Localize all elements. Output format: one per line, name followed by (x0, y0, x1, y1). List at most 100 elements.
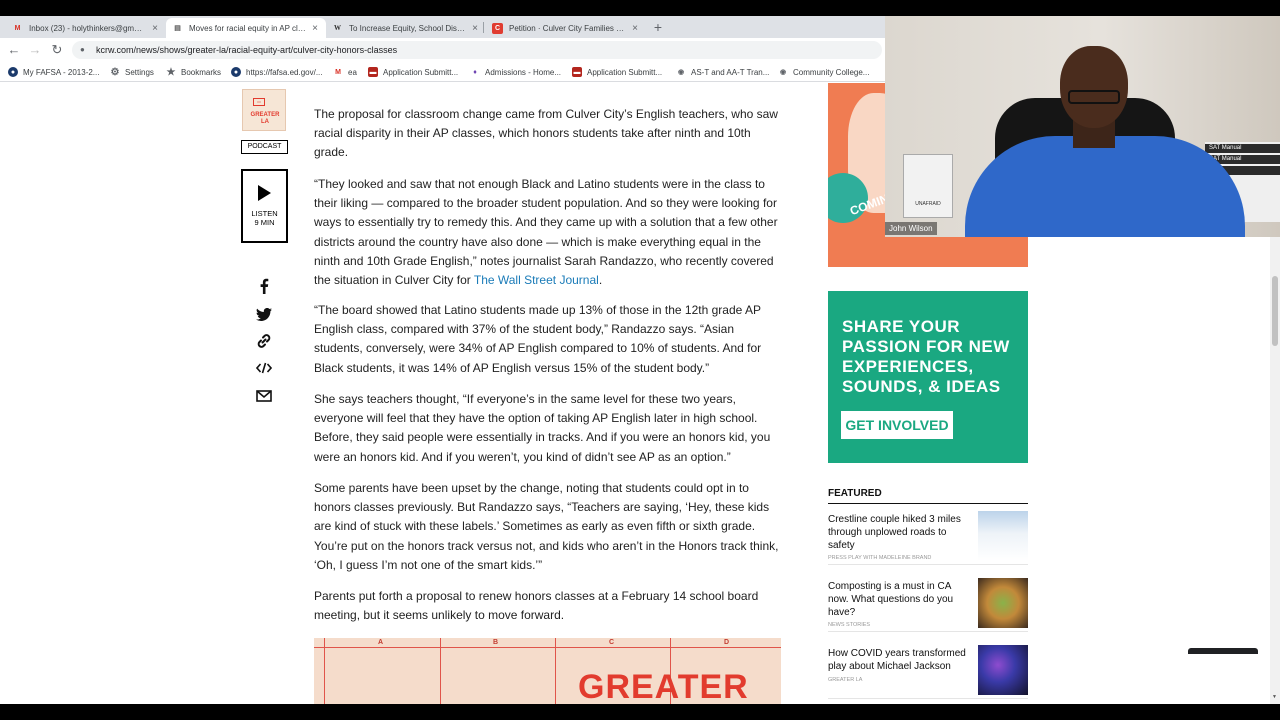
tab-title: Petition · Culver City Families for... (509, 23, 626, 33)
close-icon[interactable]: × (310, 23, 320, 34)
featured-source: NEWS STORIES (828, 622, 871, 628)
bookmark-item[interactable]: ♦ Admissions - Home... (470, 66, 561, 78)
bookmark-label: Admissions - Home... (485, 67, 562, 77)
article-paragraph: She says teachers thought, “If everyone’… (314, 392, 771, 464)
app-icon: ▬ (368, 67, 378, 77)
tab-gmail[interactable]: M Inbox (23) - holythinkers@gmail.com × (6, 18, 166, 38)
grid-column-label: C (609, 639, 615, 646)
tab-wsj[interactable]: W To Increase Equity, School Distric... … (326, 18, 486, 38)
wsj-icon: W (334, 24, 341, 32)
article-paragraph: Some parents have been upset by the chan… (314, 481, 779, 572)
paragraph-text: . (598, 273, 603, 288)
featured-item[interactable]: Crestline couple hiked 3 miles through u… (828, 507, 1028, 565)
webcam-overlay: UNAFRAID SAT Manual SAT Manual SAT John … (885, 16, 1280, 237)
webcam-person-head (1060, 46, 1128, 128)
webcam-person-shirt (965, 136, 1245, 237)
gear-icon: ⚙ (110, 66, 120, 78)
bookmark-item[interactable]: ▬ Application Submitt... (572, 66, 662, 78)
app-icon: ▬ (572, 67, 582, 77)
bookmark-item[interactable]: ◉ AS-T and AA-T Tran... (676, 66, 769, 78)
bookmark-item[interactable]: ◉ Community College... (778, 66, 870, 78)
grid-line (555, 638, 556, 704)
article-paragraph: The proposal for classroom change came f… (314, 107, 778, 160)
featured-thumbnail[interactable] (978, 511, 1028, 561)
featured-title[interactable]: Composting is a must in CA now. What que… (828, 580, 970, 619)
close-icon[interactable]: × (630, 23, 640, 34)
featured-title[interactable]: Crestline couple hiked 3 miles through u… (828, 513, 970, 552)
facebook-icon[interactable] (255, 277, 273, 295)
listen-duration: 9 MIN (254, 218, 275, 227)
featured-item[interactable]: Composting is a must in CA now. What que… (828, 574, 1028, 632)
bookmark-label: AS-T and AA-T Tran... (691, 67, 770, 77)
twitter-icon[interactable] (255, 305, 273, 323)
tab-title: Moves for racial equity in AP cla... (189, 23, 306, 33)
podcast-badge[interactable]: PODCAST (241, 140, 288, 154)
podcast-thumbnail[interactable]: ▭ GREATER LA (242, 89, 286, 131)
featured-section: FEATURED Crestline couple hiked 3 miles … (828, 488, 1028, 699)
scrollbar-thumb[interactable] (1272, 276, 1278, 346)
link-icon[interactable] (255, 332, 273, 350)
tab-title: To Increase Equity, School Distric... (349, 23, 466, 33)
featured-heading: FEATURED (828, 488, 1028, 504)
wsj-link[interactable]: The Wall Street Journal (474, 273, 599, 287)
forward-icon[interactable]: → (27, 42, 43, 58)
bookmark-label: Application Submitt... (587, 67, 663, 77)
grid-line (440, 638, 441, 704)
admissions-icon: ♦ (473, 68, 477, 76)
kcrw-icon: ▤ (174, 25, 181, 32)
close-icon[interactable]: × (470, 23, 480, 34)
bookmark-item[interactable]: Mea (333, 66, 357, 78)
bookmark-item[interactable]: ● My FAFSA - 2013-2... (8, 66, 99, 78)
bookmark-item[interactable]: ● https://fafsa.ed.gov/... (231, 66, 323, 78)
shelf-book: SAT Manual (1205, 144, 1280, 153)
listen-button[interactable]: LISTEN 9 MIN (241, 169, 288, 243)
featured-thumbnail[interactable] (978, 578, 1028, 628)
lock-icon: ● (80, 45, 85, 54)
bookmark-label: My FAFSA - 2013-2... (23, 67, 100, 77)
get-involved-button[interactable]: GET INVOLVED (841, 411, 953, 439)
featured-source: PRESS PLAY WITH MADELEINE BRAND (828, 555, 932, 561)
embed-code-icon[interactable] (255, 359, 273, 377)
tab-title: Inbox (23) - holythinkers@gmail.com (29, 23, 146, 33)
webcam-person-glasses (1068, 90, 1120, 104)
grid-column-label: B (493, 639, 499, 646)
featured-thumbnail[interactable] (978, 645, 1028, 695)
tab-separator (483, 22, 484, 33)
bookmark-label: Application Submitt... (383, 67, 459, 77)
featured-title[interactable]: How COVID years transformed play about M… (828, 647, 970, 673)
article-hero-image: A B C D 1 GREATER (314, 638, 781, 704)
article-paragraph: Parents put forth a proposal to renew ho… (314, 589, 759, 623)
fafsa-icon: ● (8, 67, 18, 77)
new-tab-button[interactable]: + (650, 18, 666, 36)
participant-name: John Wilson (885, 222, 937, 235)
listen-label: LISTEN (251, 209, 278, 218)
grid-line (324, 638, 325, 704)
back-icon[interactable]: ← (6, 42, 22, 58)
hero-title: GREATER (578, 668, 749, 704)
sidebar-ad-get-involved[interactable]: SHARE YOUR PASSION FOR NEW EXPERIENCES, … (828, 291, 1028, 463)
globe-icon: ● (231, 67, 241, 77)
address-bar[interactable]: ● kcrw.com/news/shows/greater-la/racial-… (72, 41, 882, 59)
bookmark-item[interactable]: ⚙ Settings (110, 66, 154, 78)
featured-item[interactable]: How COVID years transformed play about M… (828, 641, 1028, 699)
gmail-icon: M (335, 68, 341, 76)
bookmark-item[interactable]: ▬ Application Submitt... (368, 66, 458, 78)
article-paragraph: “They looked and saw that not enough Bla… (314, 175, 782, 290)
ad-headline: SHARE YOUR PASSION FOR NEW EXPERIENCES, … (842, 317, 1010, 396)
gmail-icon: M (14, 24, 21, 32)
bookmark-item[interactable]: ★ Bookmarks (166, 66, 222, 78)
bookmark-label: ea (348, 67, 357, 77)
tab-kcrw[interactable]: ▤ Moves for racial equity in AP cla... × (166, 18, 326, 38)
grid-column-label: D (724, 639, 730, 646)
star-icon: ★ (166, 66, 176, 78)
email-icon[interactable] (255, 387, 273, 405)
article-paragraph: “The board showed that Latino students m… (314, 303, 762, 375)
tab-petition[interactable]: C Petition · Culver City Families for...… (486, 18, 646, 38)
globe-icon: ◉ (779, 69, 787, 76)
bookmark-label: https://fafsa.ed.gov/... (246, 67, 323, 77)
reload-icon[interactable]: ↻ (49, 42, 65, 58)
scroll-down-icon[interactable]: ▼ (1272, 694, 1277, 700)
bookmark-label: Bookmarks (181, 67, 222, 77)
close-icon[interactable]: × (150, 23, 160, 34)
grid-line (314, 647, 781, 648)
